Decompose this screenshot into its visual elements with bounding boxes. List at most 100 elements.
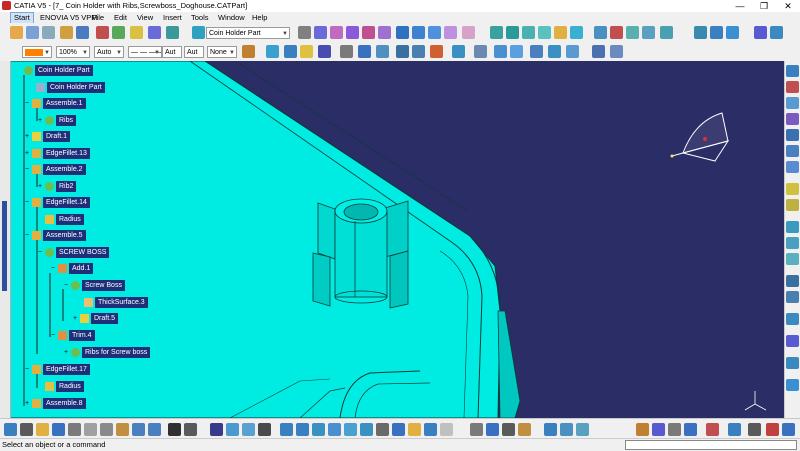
line-icon[interactable] bbox=[284, 45, 297, 58]
mirror-icon[interactable] bbox=[694, 26, 707, 39]
expand-icon[interactable]: + bbox=[72, 315, 78, 322]
zoom-out-icon[interactable] bbox=[296, 423, 309, 436]
publish-icon[interactable] bbox=[60, 26, 73, 39]
fit-all-icon[interactable] bbox=[226, 423, 239, 436]
pocket-icon[interactable] bbox=[330, 26, 343, 39]
maximize-button[interactable]: ❐ bbox=[752, 0, 776, 12]
line-type-combo[interactable]: — — — — ▼ bbox=[128, 46, 162, 58]
tree-node-root[interactable]: Coin Holder Part bbox=[24, 65, 93, 76]
redo-icon[interactable] bbox=[148, 423, 161, 436]
extract-icon[interactable] bbox=[452, 45, 465, 58]
slot-tool-icon[interactable] bbox=[786, 161, 799, 173]
draft-tool-icon[interactable] bbox=[786, 183, 799, 195]
surface-icon[interactable] bbox=[566, 45, 579, 58]
tree-node-rib2[interactable]: + Rib2 bbox=[37, 181, 77, 192]
shaft-tool-icon[interactable] bbox=[786, 97, 799, 109]
rotate-icon[interactable] bbox=[258, 423, 271, 436]
settings-icon[interactable] bbox=[684, 423, 697, 436]
sew-tool-icon[interactable] bbox=[786, 253, 799, 265]
menu-edit[interactable]: Edit bbox=[111, 12, 130, 23]
menu-help[interactable]: Help bbox=[249, 12, 270, 23]
tree-node-screw-boss-body[interactable]: − SCREW BOSS bbox=[37, 247, 110, 258]
scaling-icon[interactable] bbox=[726, 26, 739, 39]
apply-material-icon[interactable] bbox=[486, 423, 499, 436]
loft-icon[interactable] bbox=[444, 26, 457, 39]
tree-node-radius-1[interactable]: Radius bbox=[45, 214, 84, 225]
annotation-icon[interactable] bbox=[754, 26, 767, 39]
part-selector-combo[interactable]: Coin Holder Part ▼ bbox=[206, 27, 290, 39]
copy-icon[interactable] bbox=[100, 423, 113, 436]
shaft-icon[interactable] bbox=[346, 26, 359, 39]
line-tool-icon[interactable] bbox=[494, 45, 507, 58]
close-button[interactable]: ✕ bbox=[776, 0, 800, 12]
pattern-tool-icon[interactable] bbox=[786, 313, 799, 325]
menu-view[interactable]: View bbox=[134, 12, 156, 23]
expand-icon[interactable]: + bbox=[63, 349, 69, 356]
measure-icon[interactable] bbox=[96, 26, 109, 39]
plane-icon[interactable] bbox=[300, 45, 313, 58]
painter-icon[interactable] bbox=[242, 45, 255, 58]
groove-tool-icon[interactable] bbox=[786, 113, 799, 125]
tree-node-assemble-5[interactable]: − Assemble.5 bbox=[24, 230, 86, 241]
grid-icon[interactable] bbox=[376, 45, 389, 58]
open-file-icon[interactable] bbox=[36, 423, 49, 436]
expand-icon[interactable]: + bbox=[24, 150, 30, 157]
menu-tools[interactable]: Tools bbox=[188, 12, 212, 23]
remove-icon[interactable] bbox=[462, 26, 475, 39]
collapse-icon[interactable]: − bbox=[24, 166, 30, 173]
annotation-tool-icon[interactable] bbox=[786, 357, 799, 369]
normal-view-icon[interactable] bbox=[312, 423, 325, 436]
paste-icon[interactable] bbox=[116, 423, 129, 436]
compass-toggle-icon[interactable] bbox=[748, 423, 761, 436]
collapse-icon[interactable]: − bbox=[24, 232, 30, 239]
color-combo[interactable]: ▼ bbox=[22, 46, 52, 58]
thread-icon[interactable] bbox=[570, 26, 583, 39]
axis-system-icon[interactable] bbox=[358, 45, 371, 58]
curve-icon[interactable] bbox=[530, 45, 543, 58]
analysis-icon[interactable] bbox=[706, 423, 719, 436]
tree-node-draft-1[interactable]: + Draft.1 bbox=[24, 131, 71, 142]
collapse-icon[interactable]: − bbox=[50, 332, 56, 339]
swap-space-icon[interactable] bbox=[392, 423, 405, 436]
hide-show-icon[interactable] bbox=[376, 423, 389, 436]
tree-node-assemble-8[interactable]: + Assemble.8 bbox=[24, 398, 86, 409]
thick-tool-icon[interactable] bbox=[786, 237, 799, 249]
constraint-display-icon[interactable] bbox=[340, 45, 353, 58]
apply-appearance-icon[interactable] bbox=[636, 423, 649, 436]
tree-node-ribs-screw-boss[interactable]: + Ribs for Screw boss bbox=[63, 347, 151, 358]
relation-icon[interactable] bbox=[560, 423, 573, 436]
tree-node-radius-2[interactable]: Radius bbox=[45, 381, 84, 392]
catalog-icon[interactable] bbox=[112, 26, 125, 39]
polygon-icon[interactable] bbox=[610, 45, 623, 58]
select-icon[interactable] bbox=[4, 423, 17, 436]
open-icon[interactable] bbox=[26, 26, 39, 39]
sew-surface-icon[interactable] bbox=[642, 26, 655, 39]
light-icon[interactable] bbox=[130, 26, 143, 39]
tree-node-edgefillet-13[interactable]: + EdgeFillet.13 bbox=[24, 148, 90, 159]
translate-icon[interactable] bbox=[660, 26, 673, 39]
tree-toggle-icon[interactable] bbox=[728, 423, 741, 436]
join-icon[interactable] bbox=[474, 45, 487, 58]
menu-window[interactable]: Window bbox=[215, 12, 248, 23]
view-icon[interactable] bbox=[396, 45, 409, 58]
scene-icon[interactable] bbox=[652, 423, 665, 436]
save-file-icon[interactable] bbox=[52, 423, 65, 436]
tree-node-edgefillet-14[interactable]: − EdgeFillet.14 bbox=[24, 197, 90, 208]
sectioning-icon[interactable] bbox=[502, 423, 515, 436]
undo-icon[interactable] bbox=[132, 423, 145, 436]
shell-tool-icon[interactable] bbox=[786, 199, 799, 211]
tree-node-screw-boss[interactable]: − Screw Boss bbox=[63, 280, 125, 291]
collapse-icon[interactable]: − bbox=[24, 100, 30, 107]
tree-node-assemble-2[interactable]: − Assemble.2 bbox=[24, 164, 86, 175]
collapse-icon[interactable]: − bbox=[37, 249, 43, 256]
tree-node-draft-5[interactable]: + Draft.5 bbox=[72, 313, 119, 324]
point-icon[interactable] bbox=[266, 45, 279, 58]
tree-node-ribs[interactable]: + Ribs bbox=[37, 115, 77, 126]
expand-icon[interactable]: + bbox=[37, 183, 43, 190]
rib-icon[interactable] bbox=[396, 26, 409, 39]
tree-node-add-1[interactable]: − Add.1 bbox=[50, 263, 94, 274]
pad-tool-icon[interactable] bbox=[786, 65, 799, 77]
material-icon[interactable] bbox=[470, 423, 483, 436]
what-is-this-icon[interactable] bbox=[184, 423, 197, 436]
spec-icon[interactable] bbox=[76, 26, 89, 39]
